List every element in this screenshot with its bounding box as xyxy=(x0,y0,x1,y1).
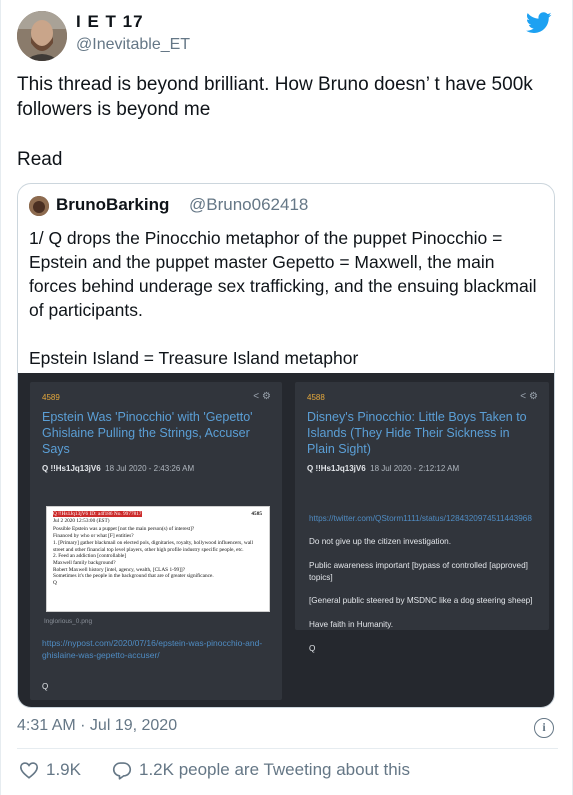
qdrop-meta: Q !!Hs1Jq13jV6 18 Jul 2020 - 2:12:12 AM xyxy=(307,464,459,473)
qdrop-screenshot-doc: Q !!Hs1Jq13jV6 ID: a4f186 No. 9977817 Ju… xyxy=(46,506,270,612)
qdrop-line: [General public steered by MSDNC like a … xyxy=(309,596,533,606)
tweet-timestamp[interactable]: 4:31 AM · Jul 19, 2020 xyxy=(17,717,177,735)
qdrop-title: Epstein Was 'Pinocchio' with 'Gepetto' G… xyxy=(42,410,253,456)
qdrop-body: https://twitter.com/QStorm1111/status/12… xyxy=(309,501,541,666)
share-gear-icon: <⚙ xyxy=(253,391,274,402)
heart-icon xyxy=(19,762,39,779)
doc-filename: Inglorious_0.png xyxy=(44,618,93,625)
qdrop-line: Do not give up the citizen investigation… xyxy=(309,537,452,547)
comment-bubble-icon xyxy=(112,761,132,780)
like-button[interactable]: 1.9K xyxy=(19,760,81,780)
qdrop-title: Disney's Pinocchio: Little Boys Taken to… xyxy=(307,410,527,456)
quoted-name: BrunoBarking xyxy=(56,195,170,214)
qdrop-meta-id: Q !!Hs1Jq13jV6 xyxy=(42,464,101,473)
divider xyxy=(17,748,558,749)
author-avatar[interactable] xyxy=(17,11,67,61)
doc-date: Jul 2 2020 12:53:00 (EST) xyxy=(53,517,110,524)
qdrop-number: 4588 xyxy=(307,393,325,402)
doc-text: Possible Epstein was a puppet [not the m… xyxy=(53,526,253,587)
qdrop-line: Have faith in Humanity. xyxy=(309,619,394,629)
qdrop-meta-id: Q !!Hs1Jq13jV6 xyxy=(307,464,366,473)
share-gear-icon: <⚙ xyxy=(520,391,541,402)
like-count: 1.9K xyxy=(46,760,81,779)
doc-header: Q !!Hs1Jq13jV6 ID: a4f186 No. 9977817 xyxy=(53,511,142,517)
author-handle[interactable]: @Inevitable_ET xyxy=(76,36,190,54)
qdrop-sig: Q xyxy=(42,682,49,691)
conversation-link[interactable]: 1.2K people are Tweeting about this xyxy=(112,760,410,780)
twitter-bird-icon[interactable] xyxy=(526,12,552,34)
tweet-text: This thread is beyond brilliant. How Bru… xyxy=(17,74,533,170)
qdrop-link: https://twitter.com/QStorm1111/status/12… xyxy=(309,513,532,523)
author-name[interactable]: I E T 17 xyxy=(76,12,144,32)
qdrop-meta-date: 18 Jul 2020 - 2:43:26 AM xyxy=(105,464,195,473)
qdrop-link: https://nypost.com/2020/07/16/epstein-wa… xyxy=(42,638,263,660)
quoted-tweet[interactable]: BrunoBarking @Bruno062418 1/ Q drops the… xyxy=(17,183,555,708)
quoted-avatar xyxy=(29,196,49,216)
quoted-handle: @Bruno062418 xyxy=(189,195,309,214)
qdrop-panel-right: 4588 <⚙ Disney's Pinocchio: Little Boys … xyxy=(295,382,549,653)
doc-number: 4585 xyxy=(251,511,262,517)
qdrop-line: Public awareness important [bypass of co… xyxy=(309,560,528,582)
qdrop-panel-left: 4589 <⚙ Epstein Was 'Pinocchio' with 'Ge… xyxy=(30,382,282,700)
info-icon[interactable]: i xyxy=(534,718,554,738)
quoted-text: 1/ Q drops the Pinocchio metaphor of the… xyxy=(29,228,537,368)
tweet-card: I E T 17 @Inevitable_ET This thread is b… xyxy=(0,0,573,795)
qdrop-meta-date: 18 Jul 2020 - 2:12:12 AM xyxy=(370,464,460,473)
quoted-media-image[interactable]: 4589 <⚙ Epstein Was 'Pinocchio' with 'Ge… xyxy=(18,373,554,707)
qdrop-number: 4589 xyxy=(42,393,60,402)
qdrop-meta: Q !!Hs1Jq13jV6 18 Jul 2020 - 2:43:26 AM xyxy=(42,464,194,473)
qdrop-line: Q xyxy=(309,643,316,653)
tweeting-about-text: 1.2K people are Tweeting about this xyxy=(139,760,410,779)
